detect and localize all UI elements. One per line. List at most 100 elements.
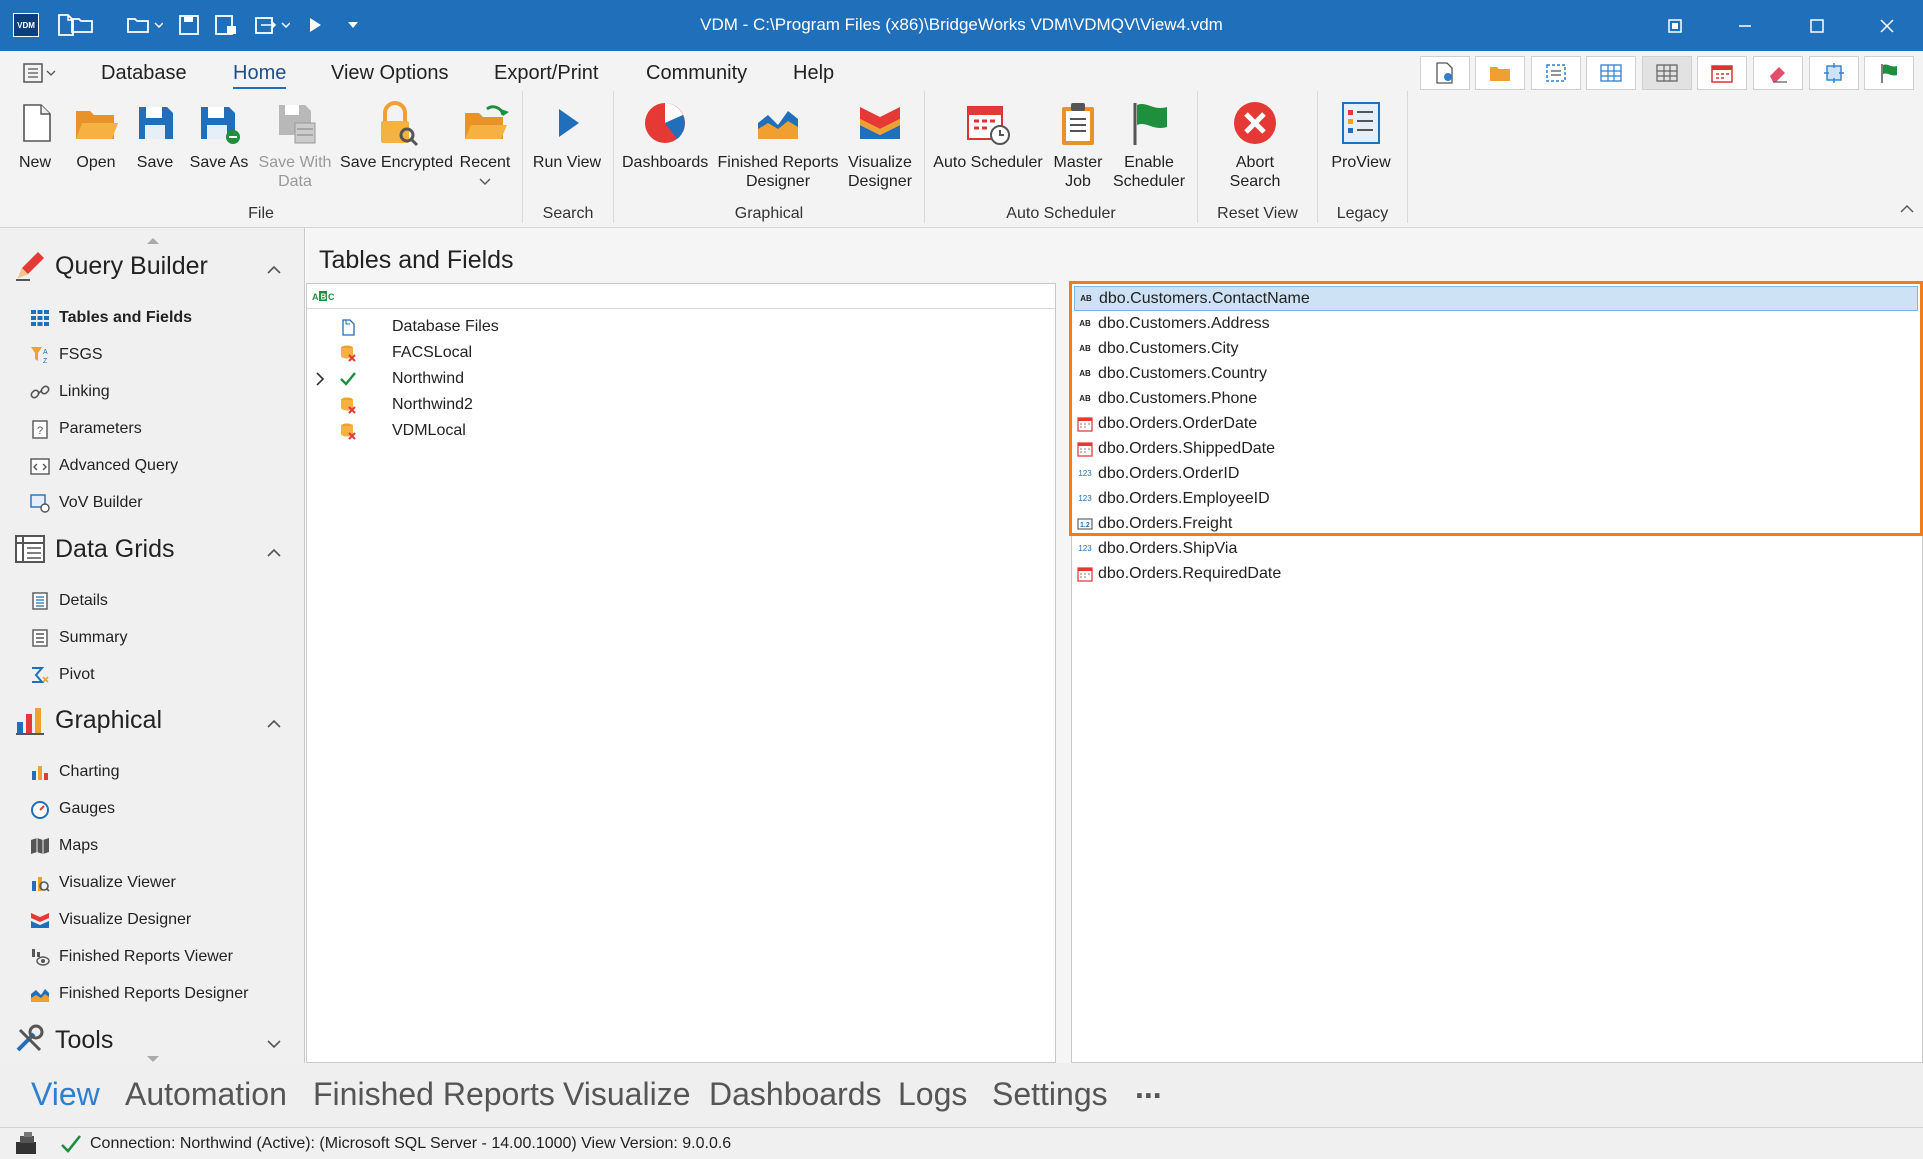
select-view-icon[interactable] bbox=[1531, 56, 1581, 90]
chevron-up-icon[interactable] bbox=[266, 262, 282, 278]
field-row[interactable]: 1.2 dbo.Orders.Freight bbox=[1074, 511, 1918, 536]
details-grid-icon[interactable] bbox=[1586, 56, 1636, 90]
tab-visualize[interactable]: Visualize bbox=[563, 1076, 690, 1113]
scroll-down-icon[interactable] bbox=[146, 1050, 160, 1062]
tree-item-northwind[interactable]: Northwind bbox=[307, 366, 1055, 392]
nav-item-advanced-query[interactable]: Advanced Query bbox=[30, 456, 178, 476]
tab-database[interactable]: Database bbox=[101, 62, 187, 85]
field-row[interactable]: AB dbo.Customers.Phone bbox=[1074, 386, 1918, 411]
field-row[interactable]: AB dbo.Customers.Country bbox=[1074, 361, 1918, 386]
save-encrypted-button[interactable]: Save Encrypted bbox=[339, 99, 454, 172]
tab-logs[interactable]: Logs bbox=[898, 1076, 967, 1113]
scheduler-calendar-icon[interactable] bbox=[1697, 56, 1747, 90]
nav-item-visualize-designer[interactable]: Visualize Designer bbox=[30, 910, 191, 930]
app-menu-icon[interactable] bbox=[22, 62, 56, 84]
finished-reports-designer-button[interactable]: Finished Reports Designer bbox=[714, 99, 842, 191]
field-row[interactable]: dbo.Orders.RequiredDate bbox=[1074, 561, 1918, 586]
field-row[interactable]: 123 dbo.Orders.EmployeeID bbox=[1074, 486, 1918, 511]
tree-item-northwind2[interactable]: Northwind2 bbox=[307, 392, 1055, 418]
abc-sort-icon[interactable]: ABC bbox=[312, 289, 334, 303]
nav-item-finished-reports-viewer[interactable]: Finished Reports Viewer bbox=[30, 947, 233, 967]
tree-item-database-files[interactable]: Database Files bbox=[307, 314, 1055, 340]
field-row[interactable]: 123 dbo.Orders.OrderID bbox=[1074, 461, 1918, 486]
nav-item-parameters[interactable]: ? Parameters bbox=[30, 419, 142, 439]
nav-item-summary[interactable]: Summary bbox=[30, 628, 127, 648]
field-row[interactable]: AB dbo.Customers.ContactName bbox=[1074, 286, 1918, 311]
auto-scheduler-button[interactable]: Auto Scheduler bbox=[932, 99, 1044, 172]
tab-home[interactable]: Home bbox=[233, 62, 287, 89]
svg-text:Z: Z bbox=[43, 358, 48, 365]
close-icon[interactable] bbox=[1867, 8, 1907, 44]
nav-item-fsgs[interactable]: AZ FSGS bbox=[30, 345, 103, 365]
chevron-down-icon[interactable] bbox=[266, 1036, 282, 1052]
scroll-up-icon[interactable] bbox=[146, 232, 160, 244]
collapse-ribbon-icon[interactable] bbox=[1900, 201, 1914, 213]
field-label: dbo.Customers.Phone bbox=[1098, 389, 1258, 407]
nav-group-title: Graphical bbox=[55, 705, 162, 734]
field-row[interactable]: dbo.Orders.ShippedDate bbox=[1074, 436, 1918, 461]
tab-community[interactable]: Community bbox=[646, 62, 747, 85]
chevron-up-icon[interactable] bbox=[266, 716, 282, 732]
minimize-icon[interactable] bbox=[1725, 8, 1765, 44]
nav-group-query-builder[interactable]: Query Builder bbox=[14, 250, 208, 282]
tab-settings[interactable]: Settings bbox=[992, 1076, 1108, 1113]
save-with-data-button[interactable]: Save With Data bbox=[256, 99, 334, 191]
nav-item-charting[interactable]: Charting bbox=[30, 762, 119, 782]
text-field-icon: AB bbox=[1080, 294, 1092, 303]
chevron-right-icon[interactable] bbox=[313, 372, 327, 386]
maximize-icon[interactable] bbox=[1797, 8, 1837, 44]
play-icon bbox=[559, 109, 579, 137]
tree-item-vdmlocal[interactable]: VDMLocal bbox=[307, 418, 1055, 444]
nav-group-data-grids-header[interactable]: Data Grids bbox=[14, 533, 174, 565]
tab-help[interactable]: Help bbox=[793, 62, 834, 85]
run-view-button[interactable]: Run View bbox=[532, 99, 602, 172]
tab-automation[interactable]: Automation bbox=[125, 1076, 287, 1113]
save-as-button[interactable]: Save As bbox=[186, 99, 252, 172]
nav-item-vov-builder[interactable]: VoV Builder bbox=[30, 493, 143, 513]
folder-open-icon[interactable] bbox=[1475, 56, 1525, 90]
nav-group-graphical[interactable]: Graphical bbox=[14, 704, 162, 736]
tab-view-options[interactable]: View Options bbox=[331, 62, 448, 85]
summary-grid-icon[interactable] bbox=[1642, 56, 1692, 90]
nav-item-details[interactable]: Details bbox=[30, 591, 108, 611]
nav-item-finished-reports-designer[interactable]: Finished Reports Designer bbox=[30, 984, 248, 1004]
new-settings-icon[interactable] bbox=[1420, 56, 1470, 90]
nav-item-maps[interactable]: Maps bbox=[30, 836, 98, 856]
eraser-icon[interactable] bbox=[1753, 56, 1803, 90]
visualize-designer-button[interactable]: Visualize Designer bbox=[842, 99, 918, 191]
field-row[interactable]: dbo.Orders.OrderDate bbox=[1074, 411, 1918, 436]
enable-scheduler-button[interactable]: Enable Scheduler bbox=[1108, 99, 1190, 191]
nav-item-visualize-viewer[interactable]: Visualize Viewer bbox=[30, 873, 176, 893]
nav-item-linking[interactable]: Linking bbox=[30, 382, 110, 402]
restore-layout-icon[interactable] bbox=[1655, 8, 1695, 44]
master-job-button[interactable]: Master Job bbox=[1050, 99, 1106, 191]
tab-export-print[interactable]: Export/Print bbox=[494, 62, 598, 85]
enable-flag-icon[interactable] bbox=[1864, 56, 1914, 90]
nav-item-gauges[interactable]: Gauges bbox=[30, 799, 115, 819]
abort-search-button[interactable]: Abort Search bbox=[1215, 99, 1295, 191]
tab-view[interactable]: View bbox=[31, 1076, 100, 1113]
tab-dashboards[interactable]: Dashboards bbox=[709, 1076, 882, 1113]
fit-screen-icon[interactable] bbox=[1809, 56, 1859, 90]
ribbon: Database Home View Options Export/Print … bbox=[0, 51, 1923, 228]
recent-button[interactable]: Recent bbox=[458, 99, 512, 191]
tree-item-facslocal[interactable]: FACSLocal bbox=[307, 340, 1055, 366]
nav-group-tools[interactable]: Tools bbox=[14, 1024, 113, 1056]
field-row[interactable]: 123 dbo.Orders.ShipVia bbox=[1074, 536, 1918, 561]
field-row[interactable]: AB dbo.Customers.City bbox=[1074, 336, 1918, 361]
open-button[interactable]: Open bbox=[71, 99, 121, 172]
save-button[interactable]: Save bbox=[131, 99, 179, 172]
proview-button[interactable]: ProView bbox=[1325, 99, 1397, 172]
tab-finished-reports[interactable]: Finished Reports bbox=[313, 1076, 555, 1113]
finished-reports-label-1: Finished Reports bbox=[717, 154, 839, 171]
field-row[interactable]: AB dbo.Customers.Address bbox=[1074, 311, 1918, 336]
open-label: Open bbox=[76, 154, 116, 171]
chevron-up-icon[interactable] bbox=[266, 545, 282, 561]
new-button[interactable]: New bbox=[12, 99, 58, 172]
nav-item-pivot[interactable]: Pivot bbox=[30, 665, 95, 685]
more-tabs-button[interactable]: ... bbox=[1135, 1069, 1162, 1106]
dashboards-button[interactable]: Dashboards bbox=[622, 99, 708, 172]
nav-item-tables-and-fields[interactable]: Tables and Fields bbox=[30, 308, 192, 328]
database-connection-icon[interactable] bbox=[12, 1131, 42, 1156]
nav-item-label: Gauges bbox=[59, 800, 116, 817]
